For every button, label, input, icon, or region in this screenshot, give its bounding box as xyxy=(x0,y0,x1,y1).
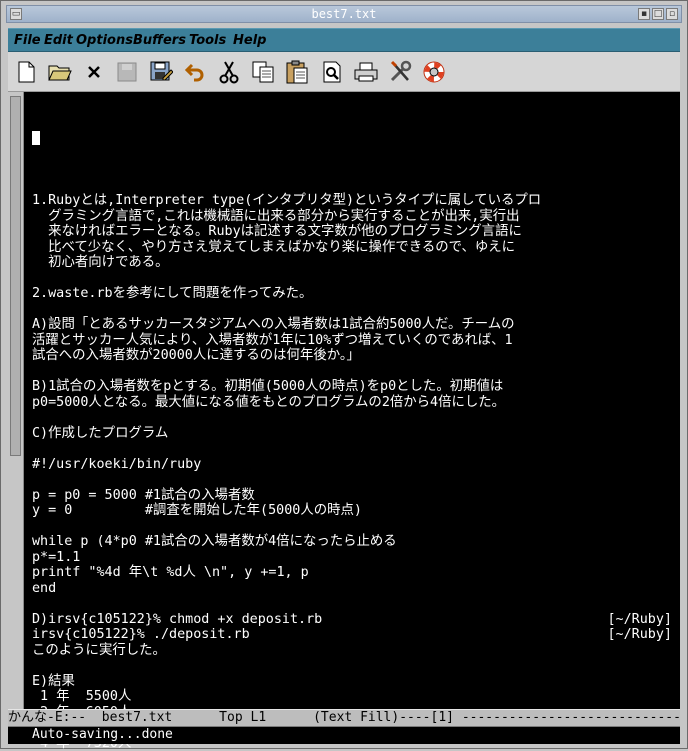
vertical-scrollbar[interactable] xyxy=(8,92,24,709)
maximize-icon[interactable]: □ xyxy=(652,8,664,20)
buffer-line: グラミング言語で,これは機械語に出来る部分から実行することが出来,実行出 xyxy=(32,209,672,225)
text-cursor xyxy=(32,131,40,145)
buffer-line xyxy=(32,302,672,318)
editor-area[interactable]: 1.Rubyとは,Interpreter type(インタプリタ型)というタイプ… xyxy=(8,92,680,709)
menu-tools[interactable]: Tools xyxy=(189,33,226,48)
buffer-line xyxy=(32,364,672,380)
menu-edit[interactable]: Edit xyxy=(44,33,73,48)
toolbar xyxy=(8,52,680,92)
buffer-line xyxy=(32,271,672,287)
buffer-line: 比べて少なく、やり方さえ覚えてしまえばかなり楽に操作できるので、ゆえに xyxy=(32,240,672,256)
undo-icon[interactable] xyxy=(181,58,209,86)
buffer-line: printf "%4d 年\t %d人 \n", y +=1, p xyxy=(32,565,672,581)
buffer-line: C)作成したプログラム xyxy=(32,426,672,442)
cut-icon[interactable] xyxy=(215,58,243,86)
buffer-line xyxy=(32,410,672,426)
search-icon[interactable] xyxy=(318,58,346,86)
buffer-line: B)1試合の入場者数をpとする。初期値(5000人の時点)をp0とした。初期値は xyxy=(32,379,672,395)
save-disabled-icon[interactable] xyxy=(113,58,141,86)
buffer-line: 来なければエラーとなる。Rubyは記述する文字数が他のプログラミング言語に xyxy=(32,224,672,240)
menu-file[interactable]: File xyxy=(14,33,41,48)
print-icon[interactable] xyxy=(352,58,380,86)
buffer-line xyxy=(32,178,672,194)
buffer-line xyxy=(32,441,672,457)
new-file-icon[interactable] xyxy=(12,58,40,86)
buffer-line: p = p0 = 5000 #1試合の入場者数 xyxy=(32,488,672,504)
buffer-line: 活躍とサッカー人気により、入場者数が1年に10%ずつ増えていくのであれば、1 xyxy=(32,333,672,349)
copy-icon[interactable] xyxy=(249,58,277,86)
buffer-line: 1.Rubyとは,Interpreter type(インタプリタ型)というタイプ… xyxy=(32,193,672,209)
buffer-line: p0=5000人となる。最大値になる値をもとのプログラムの2倍から4倍にした。 xyxy=(32,395,672,411)
buffer-line: 試合への入場者数が20000人に達するのは何年後か。」 xyxy=(32,348,672,364)
buffer-line: irsv{c105122}% ./deposit.rb[~/Ruby] xyxy=(32,627,672,643)
buffer-line: A)設問「とあるサッカースタジアムへの入場者数は1試合約5000人だ。チームの xyxy=(32,317,672,333)
close-icon[interactable] xyxy=(80,58,108,86)
text-cursor-line xyxy=(32,131,672,147)
buffer-line: 1 年 5500人 xyxy=(32,689,672,705)
buffer-line: 2.waste.rbを参考にして問題を作ってみた。 xyxy=(32,286,672,302)
help-lifebuoy-icon[interactable] xyxy=(420,58,448,86)
mode-line[interactable]: かんな-E:-- best7.txt Top L1 (Text Fill)---… xyxy=(8,709,680,727)
shell-prompt-dir: [~/Ruby] xyxy=(608,612,673,628)
menu-options[interactable]: Options xyxy=(76,33,133,48)
buffer-line: このように実行した。 xyxy=(32,643,672,659)
paste-icon[interactable] xyxy=(283,58,311,86)
open-folder-icon[interactable] xyxy=(46,58,74,86)
buffer-line xyxy=(32,658,672,674)
buffer-line: y = 0 #調査を開始した年(5000人の時点) xyxy=(32,503,672,519)
buffer-line: 初心者向けである。 xyxy=(32,255,672,271)
menu-bar: File Edit Options Buffers Tools Help xyxy=(8,28,680,52)
buffer-line: end xyxy=(32,581,672,597)
menu-help[interactable]: Help xyxy=(233,33,266,48)
buffer-line: while p (4*p0 #1試合の入場者数が4倍になったら止める xyxy=(32,534,672,550)
minimize-icon[interactable]: ▪ xyxy=(638,8,650,20)
minibuffer[interactable]: Auto-saving...done xyxy=(8,727,680,744)
buffer-line: #!/usr/koeki/bin/ruby xyxy=(32,457,672,473)
buffer-line xyxy=(32,472,672,488)
close-window-icon[interactable]: ▫ xyxy=(666,8,678,20)
menu-buffers[interactable]: Buffers xyxy=(133,33,186,48)
scrollbar-thumb[interactable] xyxy=(10,96,21,456)
buffer-line xyxy=(32,519,672,535)
buffer-line: E)結果 xyxy=(32,674,672,690)
buffer-line: D)irsv{c105122}% chmod +x deposit.rb[~/R… xyxy=(32,612,672,628)
shell-prompt-dir: [~/Ruby] xyxy=(608,627,673,643)
window-title: best7.txt xyxy=(7,7,681,21)
emacs-window: ▭ best7.txt ▪ □ ▫ File Edit Options Buff… xyxy=(0,0,688,749)
buffer-text[interactable]: 1.Rubyとは,Interpreter type(インタプリタ型)というタイプ… xyxy=(32,100,672,751)
buffer-line xyxy=(32,596,672,612)
preferences-icon[interactable] xyxy=(386,58,414,86)
buffer-line: p*=1.1 xyxy=(32,550,672,566)
save-as-icon[interactable] xyxy=(147,58,175,86)
title-bar[interactable]: ▭ best7.txt ▪ □ ▫ xyxy=(6,5,682,23)
